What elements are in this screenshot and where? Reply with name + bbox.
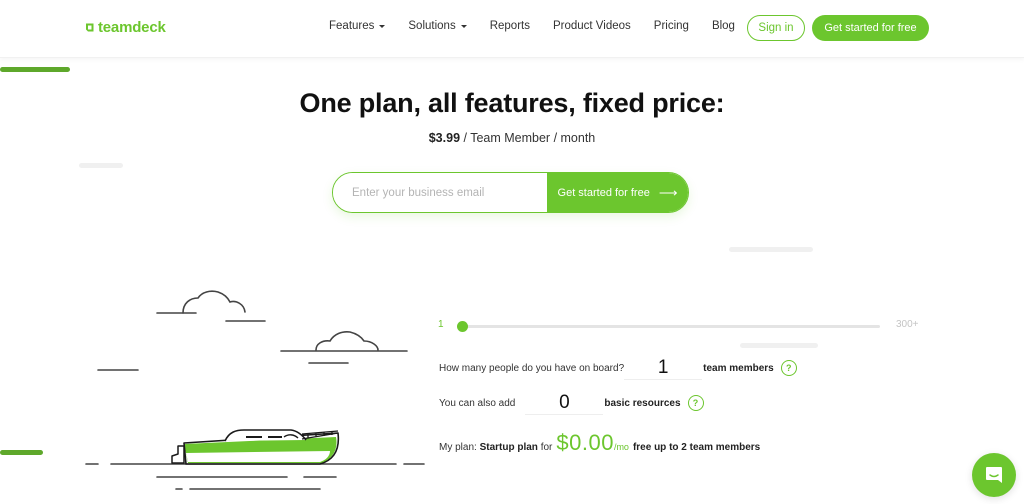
nav-label: Solutions xyxy=(408,20,456,32)
resources-input[interactable] xyxy=(525,391,604,415)
team-question-label: How many people do you have on board? xyxy=(439,362,625,374)
decorative-green-bar xyxy=(0,450,43,455)
price-suffix: / Team Member / month xyxy=(460,131,596,145)
plan-prefix: My plan: xyxy=(439,442,477,453)
page-title: One plan, all features, fixed price: xyxy=(299,88,725,118)
team-members-input[interactable] xyxy=(624,356,703,380)
nav-item-features[interactable]: Features xyxy=(329,20,386,32)
nav-label: Pricing xyxy=(653,20,689,32)
logo-text: teamdeck xyxy=(98,19,166,36)
cloud-icon xyxy=(315,331,379,351)
team-unit-label: team members xyxy=(703,362,774,374)
arrow-right-icon: ⟶ xyxy=(658,184,678,200)
price-subtitle: $3.99 / Team Member / month xyxy=(0,131,1024,145)
plan-summary: My plan: Startup plan for $0.00 /mo free… xyxy=(439,430,760,456)
nav-label: Product Videos xyxy=(552,20,631,32)
business-email-input[interactable] xyxy=(333,173,547,212)
price-per-member: $3.99 xyxy=(428,131,461,145)
nav-label: Reports xyxy=(489,20,530,32)
decorative-grey-pill xyxy=(79,163,123,168)
site-header: teamdeck Features Solutions Reports Prod… xyxy=(0,0,1024,58)
caret-down-icon xyxy=(379,24,386,28)
slider-thumb[interactable] xyxy=(457,321,468,332)
caret-down-icon xyxy=(460,24,467,28)
resources-unit-label: basic resources xyxy=(604,397,681,409)
plan-for: for xyxy=(540,442,553,453)
sign-in-button[interactable]: Sign in xyxy=(747,15,805,41)
teamdeck-logo-icon xyxy=(84,22,95,33)
decorative-grey-pill xyxy=(729,247,813,252)
header-get-started-button[interactable]: Get started for free xyxy=(812,15,929,41)
plan-price: $0.00 xyxy=(556,430,614,455)
submit-label: Get started for free xyxy=(557,186,650,199)
help-icon[interactable]: ? xyxy=(780,360,797,376)
boat-illustration xyxy=(85,290,425,490)
decorative-green-bar xyxy=(0,67,70,72)
resources-row: You can also add basic resources ? xyxy=(439,391,704,415)
team-size-slider: 1 300+ xyxy=(438,318,928,334)
nav-label: Blog xyxy=(711,20,735,32)
chat-bubble-icon xyxy=(986,467,1002,483)
logo[interactable]: teamdeck xyxy=(84,19,166,36)
cloud-icon xyxy=(182,290,246,314)
nav-item-pricing[interactable]: Pricing xyxy=(654,20,689,32)
main-nav: Features Solutions Reports Product Video… xyxy=(329,20,758,32)
nav-item-blog[interactable]: Blog xyxy=(712,20,735,32)
slider-min-label: 1 xyxy=(438,319,444,330)
nav-item-product-videos[interactable]: Product Videos xyxy=(553,20,631,32)
boat-icon xyxy=(171,429,340,465)
chat-widget-button[interactable] xyxy=(972,453,1016,497)
nav-item-solutions[interactable]: Solutions xyxy=(408,20,467,32)
plan-note: free up to 2 team members xyxy=(632,442,761,453)
nav-label: Features xyxy=(329,20,375,32)
plan-name: Startup plan xyxy=(479,442,538,453)
nav-item-reports[interactable]: Reports xyxy=(490,20,530,32)
help-icon[interactable]: ? xyxy=(687,395,704,411)
decorative-grey-pill xyxy=(740,343,818,348)
slider-track[interactable] xyxy=(457,321,880,332)
signup-form: Get started for free ⟶ xyxy=(332,172,689,213)
form-get-started-button[interactable]: Get started for free ⟶ xyxy=(547,173,688,212)
team-members-row: How many people do you have on board? te… xyxy=(439,356,797,380)
plan-period: /mo xyxy=(613,442,629,452)
resources-question-label: You can also add xyxy=(439,397,516,409)
slider-max-label: 300+ xyxy=(896,319,919,330)
